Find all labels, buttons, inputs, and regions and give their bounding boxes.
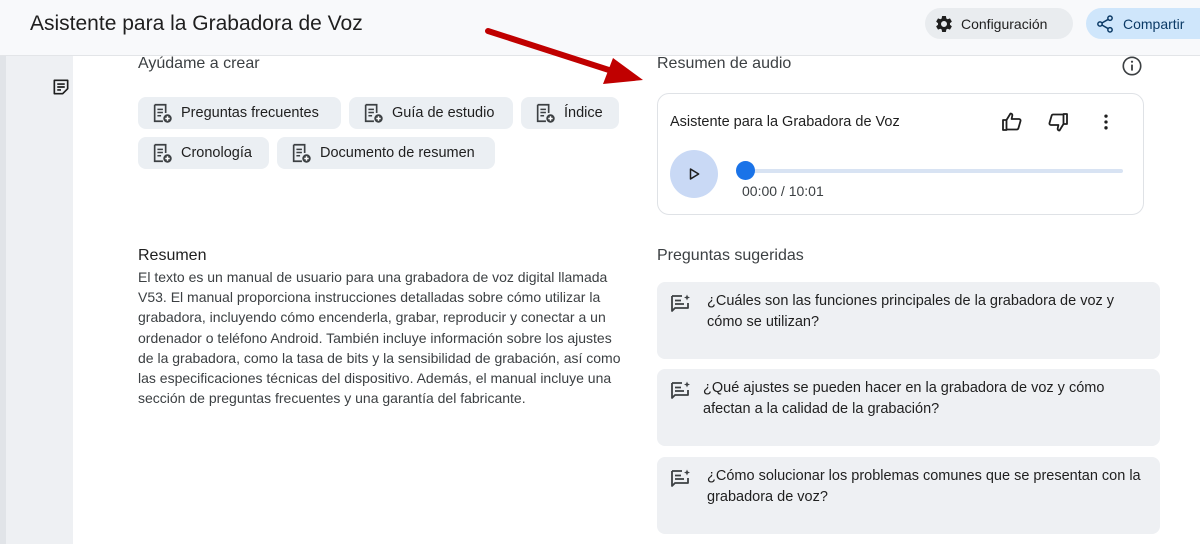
share-icon [1097, 14, 1113, 33]
add-document-icon [536, 103, 555, 123]
question-text: ¿Cuáles son las funciones principales de… [707, 293, 1115, 330]
question-text: ¿Qué ajustes se pueden hacer en la graba… [703, 380, 1105, 417]
audio-player-card: Asistente para la Grabadora de Voz 00:00… [657, 93, 1144, 215]
summary-text: El texto es un manual de usuario para un… [138, 269, 621, 407]
add-document-icon [153, 103, 172, 123]
suggested-question[interactable]: ¿Cuáles son las funciones principales de… [657, 282, 1160, 359]
play-button[interactable] [670, 150, 718, 198]
share-button[interactable]: Compartir [1086, 8, 1200, 39]
question-text: ¿Cómo solucionar los problemas comunes q… [707, 468, 1141, 505]
chip-cronologia[interactable]: Cronología [138, 137, 269, 169]
like-button[interactable] [998, 108, 1026, 136]
dislike-button[interactable] [1044, 108, 1072, 136]
summary-title: Resumen [138, 247, 207, 264]
left-rail [0, 56, 73, 544]
add-document-icon [364, 103, 383, 123]
chip-label: Documento de resumen [320, 145, 475, 161]
audio-time: 00:00 / 10:01 [742, 183, 824, 199]
chip-documento-de-resumen[interactable]: Documento de resumen [277, 137, 495, 169]
sparkle-question-icon [671, 469, 690, 487]
chip-label: Guía de estudio [392, 105, 495, 121]
chip-guia-de-estudio[interactable]: Guía de estudio [349, 97, 513, 129]
config-button[interactable]: Configuración [925, 8, 1073, 39]
share-label: Compartir [1123, 15, 1185, 32]
chip-indice[interactable]: Índice [521, 97, 619, 129]
sparkle-question-icon [671, 381, 690, 399]
suggested-questions-label: Preguntas sugeridas [657, 247, 804, 264]
sparkle-question-icon [671, 294, 690, 312]
more-options-button[interactable] [1092, 108, 1120, 136]
chip-label: Cronología [181, 145, 252, 161]
audio-progress-track[interactable] [745, 169, 1123, 173]
app-header: Asistente para la Grabadora de Voz Confi… [0, 0, 1200, 56]
more-vert-icon [1104, 114, 1108, 130]
config-label: Configuración [961, 15, 1048, 32]
thumb-up-icon [1002, 112, 1022, 131]
note-icon[interactable] [51, 77, 71, 97]
chip-label: Preguntas frecuentes [181, 105, 319, 121]
audio-title: Asistente para la Grabadora de Voz [670, 114, 900, 130]
chip-label: Índice [564, 105, 603, 121]
add-document-icon [292, 143, 311, 163]
suggested-question[interactable]: ¿Qué ajustes se pueden hacer en la graba… [657, 369, 1160, 446]
audio-summary-label: Resumen de audio [657, 55, 792, 72]
info-icon[interactable] [1121, 55, 1143, 77]
audio-progress-thumb[interactable] [736, 161, 755, 180]
create-label: Ayúdame a crear [138, 55, 260, 72]
suggested-question[interactable]: ¿Cómo solucionar los problemas comunes q… [657, 457, 1160, 534]
add-document-icon [153, 143, 172, 163]
play-icon [689, 168, 700, 180]
gear-icon [936, 15, 952, 32]
page-title: Asistente para la Grabadora de Voz [30, 12, 363, 35]
thumb-down-icon [1048, 113, 1068, 132]
chip-preguntas-frecuentes[interactable]: Preguntas frecuentes [138, 97, 341, 129]
